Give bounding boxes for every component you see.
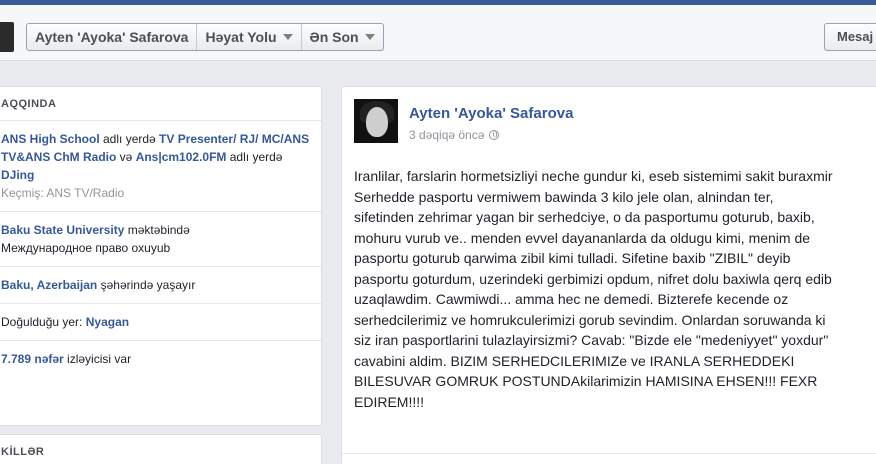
globe-icon [489, 130, 500, 140]
breadcrumb-profile-label: Ayten 'Ayoka' Safarova [35, 29, 189, 45]
education-link[interactable]: Baku State University [1, 223, 124, 237]
post-line: EDIREM!!!! [354, 393, 425, 410]
photos-box: KİLLƏR [0, 434, 322, 464]
breadcrumb-timeline-dropdown[interactable]: Həyat Yolu [197, 24, 302, 50]
profile-thumbnail[interactable] [0, 22, 14, 52]
followers-text: izləyicisi var [63, 352, 132, 366]
work-radio-link[interactable]: Ans|cm102.0FM [136, 150, 227, 164]
city-link[interactable]: Baku, Azerbaijan [1, 278, 97, 292]
post-line: uzaqlawdim. Cawmiwdi... amma hec ne deme… [354, 291, 789, 307]
post-line: cavabini aldim. BIZIM SERHEDCILERIMIZe v… [354, 352, 795, 369]
education-subject: Международное право oxuyub [1, 241, 171, 255]
post-line: Serhedde pasportu vermiwem bawinda 3 kil… [354, 188, 774, 205]
work-text: adlı yerdə [99, 132, 160, 146]
about-birthplace: Doğulduğu yer: Nyagan [0, 304, 321, 341]
about-box: AQQINDA ANS High School adlı yerdə TV Pr… [0, 86, 322, 426]
post-time-link[interactable]: 3 dəqiqə öncə [409, 128, 484, 142]
education-text: məktəbində [124, 223, 190, 237]
breadcrumb-timeline-label: Həyat Yolu [205, 29, 277, 45]
chevron-down-icon [282, 34, 293, 40]
work-past: Keçmiş: ANS TV/Radio [1, 186, 125, 200]
work-link[interactable]: ANS High School [1, 132, 100, 146]
avatar-face [366, 107, 388, 137]
post-body: Iranlilar, farslarin hormetsizliyi neche… [354, 166, 876, 412]
about-title: AQQINDA [0, 87, 321, 121]
post-line: Iranlilar, farslarin hormetsizliyi neche… [354, 168, 833, 184]
post-line: siz iran pasportlarini tulazlayirsizmi? … [354, 332, 829, 348]
about-city: Baku, Azerbaijan şəhərində yaşayır [0, 267, 321, 304]
about-work: ANS High School adlı yerdə TV Presenter/… [0, 121, 321, 212]
birthplace-text: Doğulduğu yer: [1, 315, 86, 329]
photos-title: KİLLƏR [1, 446, 45, 458]
post-line: mohuru vurub ve.. menden evvel dayananla… [354, 229, 811, 246]
breadcrumb-recent-dropdown[interactable]: Ən Son [302, 24, 383, 50]
breadcrumb-profile-name[interactable]: Ayten 'Ayoka' Safarova [27, 24, 198, 50]
about-followers: 7.789 nəfər izləyicisi var [0, 341, 321, 377]
timeline-navigation: Ayten 'Ayoka' Safarova Həyat Yolu Ən Son… [0, 5, 876, 61]
followers-link[interactable]: 7.789 nəfər [1, 352, 64, 366]
birthplace-link[interactable]: Nyagan [86, 315, 129, 329]
post-line: sifetinden zehrimar yagan bir serhedciye… [354, 209, 815, 225]
post-footer-divider [342, 453, 876, 454]
post-timestamp: 3 dəqiqə öncə [409, 128, 500, 142]
work-text: və [116, 150, 136, 164]
breadcrumb: Ayten 'Ayoka' Safarova Həyat Yolu Ən Son [26, 23, 384, 51]
about-education: Baku State University məktəbində Междуна… [0, 212, 321, 267]
work-dj-link[interactable]: DJing [1, 168, 34, 182]
chevron-down-icon [364, 34, 375, 40]
avatar[interactable] [354, 99, 398, 143]
post-line: serhedcilerimiz ve homrukculerimizi goru… [354, 311, 826, 328]
post-line: BILESUVAR GOMRUK POSTUNDAkilarimizin HAM… [354, 373, 818, 389]
breadcrumb-recent-label: Ən Son [309, 29, 359, 45]
post-line: pasportu goturub qarwima zibil kimi tull… [354, 250, 791, 266]
message-button[interactable]: Mesaj [824, 23, 876, 51]
post-author-link[interactable]: Ayten 'Ayoka' Safarova [409, 105, 573, 122]
city-text: şəhərində yaşayır [97, 278, 196, 292]
work-text: adlı yerdə [226, 150, 283, 164]
post-card: Ayten 'Ayoka' Safarova 3 dəqiqə öncə Ira… [341, 86, 876, 464]
post-line: pasportu goturdum, uzerindeki gerbimizi … [354, 270, 832, 287]
